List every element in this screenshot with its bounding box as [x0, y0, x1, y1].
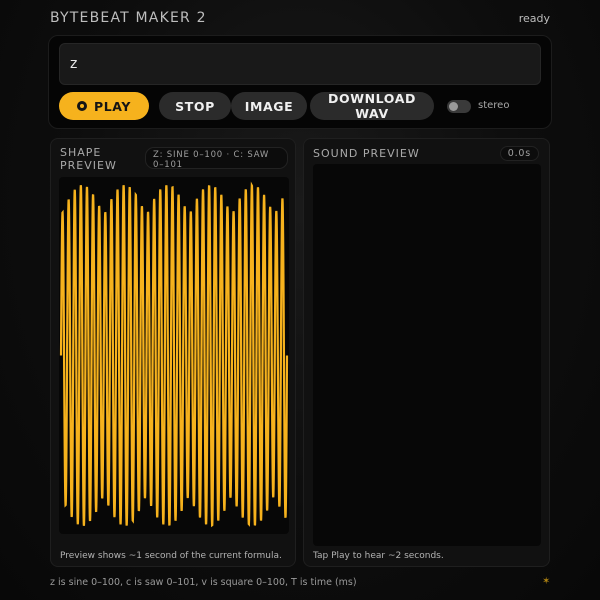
- stereo-label: stereo: [478, 100, 510, 111]
- formula-input[interactable]: [59, 43, 541, 85]
- shape-preview-card: SHAPE PREVIEW Z: SINE 0–100 · C: SAW 0–1…: [50, 138, 296, 567]
- sound-preview-card: SOUND PREVIEW 0.0s Tap Play to hear ~2 s…: [303, 138, 550, 567]
- image-button[interactable]: IMAGE: [231, 92, 307, 120]
- status-text: ready: [518, 12, 550, 25]
- stereo-toggle-knob: [449, 102, 458, 111]
- sound-preview-title: SOUND PREVIEW: [313, 147, 420, 160]
- sparkle-icon: ✶: [542, 576, 551, 587]
- play-label: PLAY: [93, 98, 132, 114]
- shape-preview-caption: Preview shows ~1 second of the current f…: [60, 551, 282, 561]
- stop-button[interactable]: STOP: [159, 92, 231, 120]
- sound-preview-caption: Tap Play to hear ~2 seconds.: [313, 551, 444, 561]
- waveform-line: [59, 181, 289, 528]
- waveform-plot: [59, 181, 289, 528]
- play-button[interactable]: PLAY: [59, 92, 149, 120]
- app-title: BYTEBEAT MAKER 2: [50, 10, 207, 26]
- download-wav-button[interactable]: DOWNLOAD WAV: [310, 91, 434, 121]
- variable-legend-badge: Z: SINE 0–100 · C: SAW 0–101: [145, 147, 288, 170]
- footer-note: z is sine 0–100, c is saw 0–101, v is sq…: [50, 577, 357, 588]
- shape-preview-title: SHAPE PREVIEW: [60, 146, 117, 172]
- stereo-toggle[interactable]: [447, 100, 471, 113]
- sound-preview-canvas: [313, 164, 541, 546]
- editor-panel: PLAY STOP IMAGE DOWNLOAD WAV stereo: [48, 35, 552, 129]
- playback-time-badge: 0.0s: [499, 146, 539, 161]
- shape-preview-canvas: [59, 177, 289, 534]
- play-circle-icon: [76, 101, 87, 111]
